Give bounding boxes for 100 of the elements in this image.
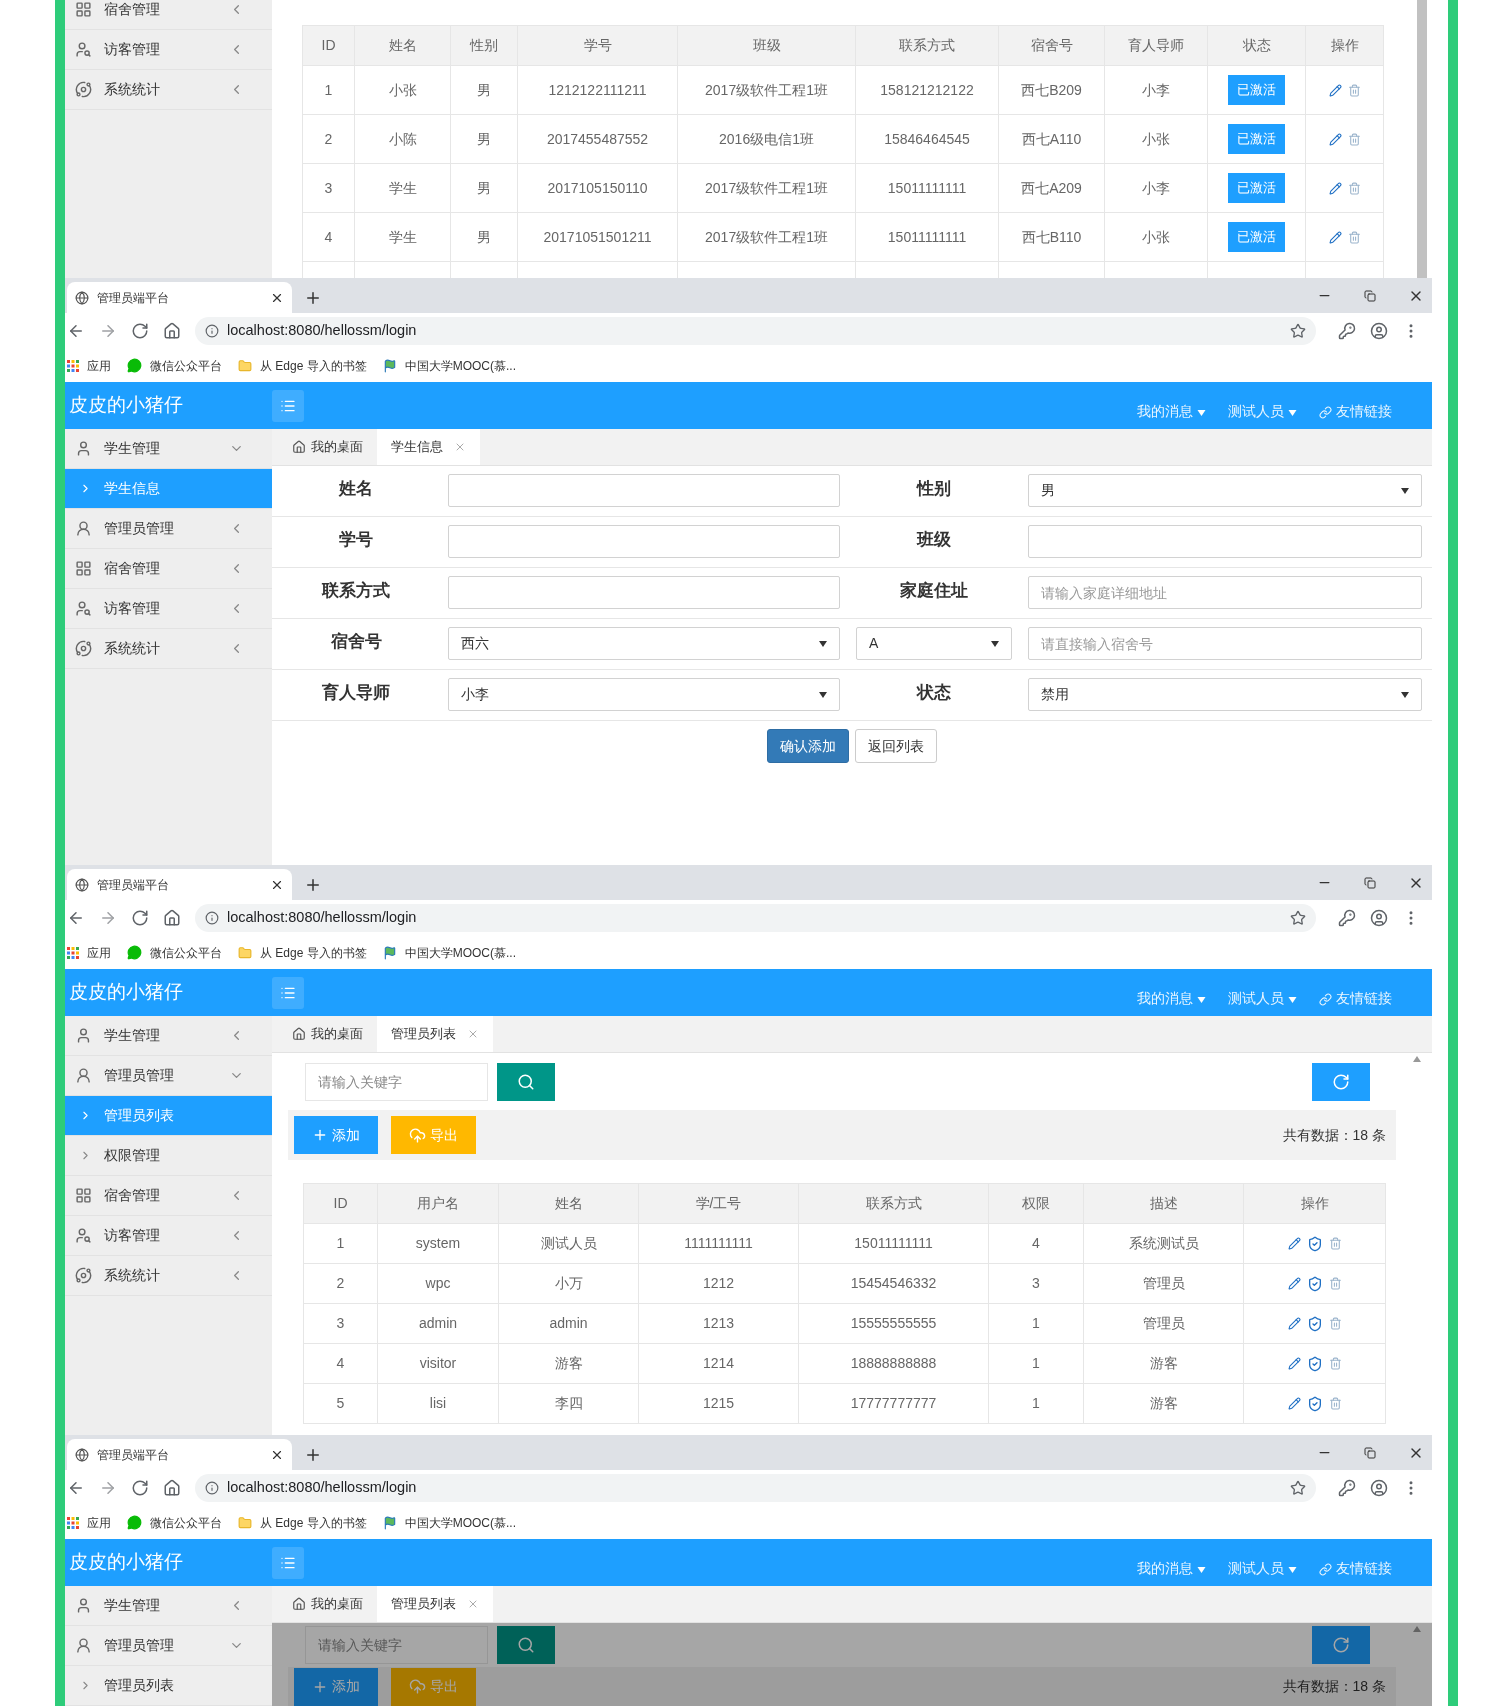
shield-check-icon[interactable]: [1306, 1235, 1323, 1252]
reload-icon[interactable]: [131, 322, 149, 340]
field-label: 姓名: [339, 478, 373, 500]
input-field[interactable]: [1028, 525, 1422, 558]
browser-tab[interactable]: 管理员端平台: [67, 1439, 292, 1470]
back-icon[interactable]: [67, 322, 85, 340]
restore-icon[interactable]: [1364, 1446, 1376, 1459]
bookmark[interactable]: 微信公众平台: [127, 1513, 222, 1532]
edit-icon[interactable]: [1287, 1277, 1301, 1290]
page-tab[interactable]: 我的桌面: [278, 1586, 377, 1622]
edit-icon[interactable]: [1287, 1397, 1301, 1410]
input-field[interactable]: 请输入家庭详细地址: [1028, 576, 1422, 609]
menu-toggle-button[interactable]: [272, 976, 304, 1009]
star-icon[interactable]: [1290, 323, 1306, 339]
input-field[interactable]: [448, 525, 840, 558]
browser-tab[interactable]: 管理员端平台: [67, 869, 292, 900]
key-icon[interactable]: [1338, 1479, 1356, 1497]
home-icon[interactable]: [163, 322, 181, 340]
confirm-button[interactable]: 确认添加: [767, 729, 849, 763]
table-cell: 2016级电信1班: [677, 114, 856, 164]
edit-icon[interactable]: [1328, 230, 1342, 244]
bookmark[interactable]: 微信公众平台: [127, 356, 222, 375]
page-tab[interactable]: 学生信息: [377, 429, 480, 465]
shield-check-icon[interactable]: [1306, 1315, 1323, 1332]
column-header: 育人导师: [1104, 25, 1208, 66]
table-cell: 17777777777: [798, 1383, 989, 1424]
home-icon: [292, 1597, 306, 1611]
refresh-button[interactable]: [1312, 1062, 1370, 1101]
page-tab[interactable]: 我的桌面: [278, 1016, 377, 1052]
caret-icon: [819, 691, 827, 698]
user-icon: [75, 1637, 92, 1654]
edit-icon[interactable]: [1287, 1237, 1301, 1250]
restore-icon[interactable]: [1364, 876, 1376, 889]
account-icon[interactable]: [1370, 909, 1388, 927]
reload-icon[interactable]: [131, 1479, 149, 1497]
page-tab[interactable]: 管理员列表: [377, 1016, 493, 1052]
edit-icon[interactable]: [1287, 1317, 1301, 1330]
sidebar-item[interactable]: 宿舍管理: [65, 549, 272, 589]
bookmark[interactable]: 从 Edge 导入的书签: [238, 943, 367, 962]
status-tag: 已激活: [1228, 173, 1285, 203]
bookmark[interactable]: 中国大学MOOC(慕...: [382, 356, 517, 375]
user-search-icon: [75, 600, 92, 617]
input-field[interactable]: [448, 474, 840, 507]
bookmark[interactable]: 应用: [67, 943, 111, 962]
home-icon[interactable]: [163, 909, 181, 927]
status-tag: 已激活: [1228, 75, 1285, 105]
edit-icon[interactable]: [1328, 181, 1342, 195]
menu-toggle-button[interactable]: [272, 389, 304, 422]
back-icon[interactable]: [67, 909, 85, 927]
user-icon: [75, 1067, 92, 1084]
address-bar[interactable]: localhost:8080/hellossm/login: [195, 317, 1316, 345]
edit-icon[interactable]: [1328, 83, 1342, 97]
search-button[interactable]: [497, 1626, 555, 1665]
input-field[interactable]: [448, 576, 840, 609]
address-bar[interactable]: localhost:8080/hellossm/login: [195, 1474, 1316, 1502]
restore-icon[interactable]: [1364, 289, 1376, 302]
scroll-up-icon[interactable]: [1413, 1626, 1421, 1632]
search-field[interactable]: 请输入关键字: [305, 1626, 488, 1665]
account-icon[interactable]: [1370, 322, 1388, 340]
sidebar-item[interactable]: 宿舍管理: [65, 1176, 272, 1216]
column-header: 宿舍号: [998, 25, 1105, 66]
scrollbar[interactable]: [1417, 0, 1427, 278]
grid-icon: [75, 1187, 92, 1204]
back-icon[interactable]: [67, 1479, 85, 1497]
home-icon[interactable]: [163, 1479, 181, 1497]
back-button[interactable]: 返回列表: [855, 729, 937, 763]
dropdown[interactable]: 禁用: [1028, 678, 1422, 711]
dropdown[interactable]: 小李: [448, 678, 840, 711]
menu-toggle-button[interactable]: [272, 1546, 304, 1579]
star-icon[interactable]: [1290, 1480, 1306, 1496]
shield-check-icon[interactable]: [1306, 1395, 1323, 1412]
browser-tab[interactable]: 管理员端平台: [67, 282, 292, 313]
sidebar-item[interactable]: 宿舍管理: [65, 0, 272, 30]
page-tab[interactable]: 管理员列表: [377, 1586, 493, 1622]
bookmark[interactable]: 微信公众平台: [127, 943, 222, 962]
bookmark[interactable]: 从 Edge 导入的书签: [238, 356, 367, 375]
bookmark[interactable]: 应用: [67, 1513, 111, 1532]
star-icon[interactable]: [1290, 910, 1306, 926]
search-button[interactable]: [497, 1062, 555, 1101]
address-bar[interactable]: localhost:8080/hellossm/login: [195, 904, 1316, 932]
shield-check-icon[interactable]: [1306, 1275, 1323, 1292]
edit-icon[interactable]: [1328, 132, 1342, 146]
bookmark[interactable]: 应用: [67, 356, 111, 375]
dropdown[interactable]: 西六: [448, 627, 840, 660]
key-icon[interactable]: [1338, 322, 1356, 340]
page-tab[interactable]: 我的桌面: [278, 429, 377, 465]
bookmark[interactable]: 从 Edge 导入的书签: [238, 1513, 367, 1532]
shield-check-icon[interactable]: [1306, 1355, 1323, 1372]
input-field[interactable]: 请直接输入宿舍号: [1028, 627, 1422, 660]
dropdown[interactable]: 男: [1028, 474, 1422, 507]
scroll-up-icon[interactable]: [1413, 1056, 1421, 1062]
home-icon: [292, 1027, 306, 1041]
reload-icon[interactable]: [131, 909, 149, 927]
key-icon[interactable]: [1338, 909, 1356, 927]
bookmark[interactable]: 中国大学MOOC(慕...: [382, 1513, 517, 1532]
account-icon[interactable]: [1370, 1479, 1388, 1497]
edit-icon[interactable]: [1287, 1357, 1301, 1370]
search-field[interactable]: 请输入关键字: [305, 1062, 488, 1101]
dropdown[interactable]: A: [856, 627, 1012, 660]
bookmark[interactable]: 中国大学MOOC(慕...: [382, 943, 517, 962]
